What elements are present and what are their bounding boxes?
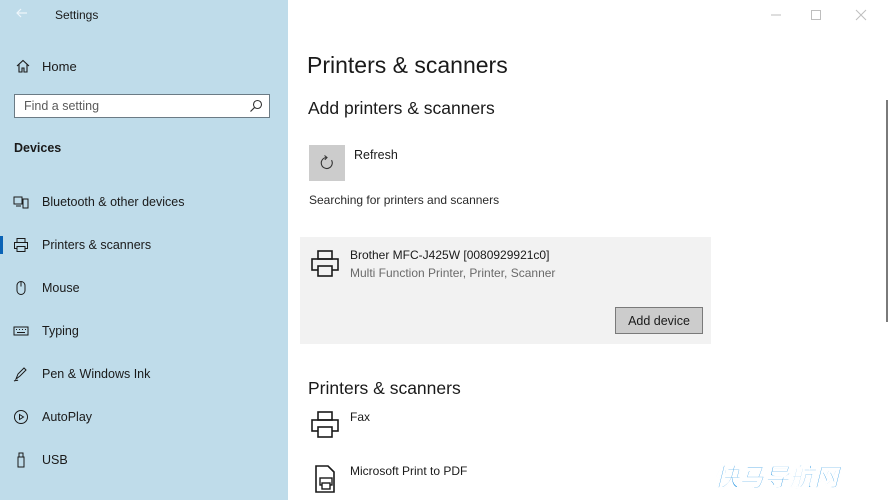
window-controls [760,0,890,30]
app-title: Settings [55,8,99,22]
sidebar-item-label: Typing [42,324,79,338]
minimize-icon [771,14,781,16]
home-nav-item[interactable]: Home [14,56,274,76]
sidebar-item-label: Printers & scanners [42,238,152,252]
title-bar: Settings [0,0,288,30]
main-content: Printers & scanners Add printers & scann… [288,0,890,500]
printer-item-pdf[interactable]: Microsoft Print to PDF [308,462,708,502]
add-section-title: Add printers & scanners [308,98,495,118]
minimize-button[interactable] [770,8,782,20]
refresh-icon [320,155,333,170]
fax-printer-icon [311,411,339,438]
search-input[interactable] [15,95,249,117]
sidebar-item-label: Mouse [42,281,80,295]
back-button[interactable] [12,6,32,24]
sidebar-item-pen[interactable]: Pen & Windows Ink [0,362,288,386]
page-title: Printers & scanners [307,52,508,78]
refresh-button[interactable] [309,145,345,181]
sidebar-item-printers[interactable]: Printers & scanners [0,233,288,257]
pdf-printer-icon [315,465,335,493]
sidebar-item-bluetooth[interactable]: Bluetooth & other devices [0,190,288,214]
found-device-card[interactable]: Brother MFC-J425W [0080929921c0] Multi F… [300,237,711,344]
searching-status: Searching for printers and scanners [309,193,500,207]
usb-icon [17,452,25,468]
section-label-devices: Devices [14,141,62,155]
sidebar: Settings Home Devices Bluetooth & other … [0,0,288,500]
search-box[interactable] [14,94,270,118]
printer-icon [311,250,339,277]
refresh-label[interactable]: Refresh [354,148,398,162]
installed-section-title: Printers & scanners [308,378,461,398]
home-label: Home [42,58,77,74]
close-button[interactable] [855,8,867,21]
autoplay-icon [14,410,28,424]
search-icon[interactable] [249,99,263,113]
printer-icon [14,238,28,252]
sidebar-item-usb[interactable]: USB [0,448,288,472]
pen-icon [13,367,27,382]
watermark-text: 快马导航网 [714,463,843,492]
home-icon [16,59,30,73]
device-name: Brother MFC-J425W [0080929921c0] [350,248,550,262]
sidebar-item-autoplay[interactable]: AutoPlay [0,405,288,429]
maximize-icon [811,10,821,20]
watermark: 快马导航网 [714,463,843,492]
scrollbar[interactable] [886,100,888,322]
maximize-button[interactable] [810,8,822,20]
sidebar-item-label: Bluetooth & other devices [42,195,185,209]
device-description: Multi Function Printer, Printer, Scanner [350,266,556,280]
sidebar-item-label: Pen & Windows Ink [42,367,151,381]
printer-item-fax[interactable]: Fax [308,408,708,448]
printer-label: Microsoft Print to PDF [350,464,468,478]
add-device-button[interactable]: Add device [615,307,703,334]
sidebar-item-typing[interactable]: Typing [0,319,288,343]
sidebar-item-mouse[interactable]: Mouse [0,276,288,300]
sidebar-item-label: AutoPlay [42,410,93,424]
bluetooth-devices-icon [13,196,29,209]
mouse-icon [16,281,26,295]
printer-label: Fax [350,410,371,424]
back-arrow-icon [16,8,27,18]
sidebar-item-label: USB [42,453,68,467]
keyboard-icon [13,326,29,336]
close-icon [855,9,867,21]
